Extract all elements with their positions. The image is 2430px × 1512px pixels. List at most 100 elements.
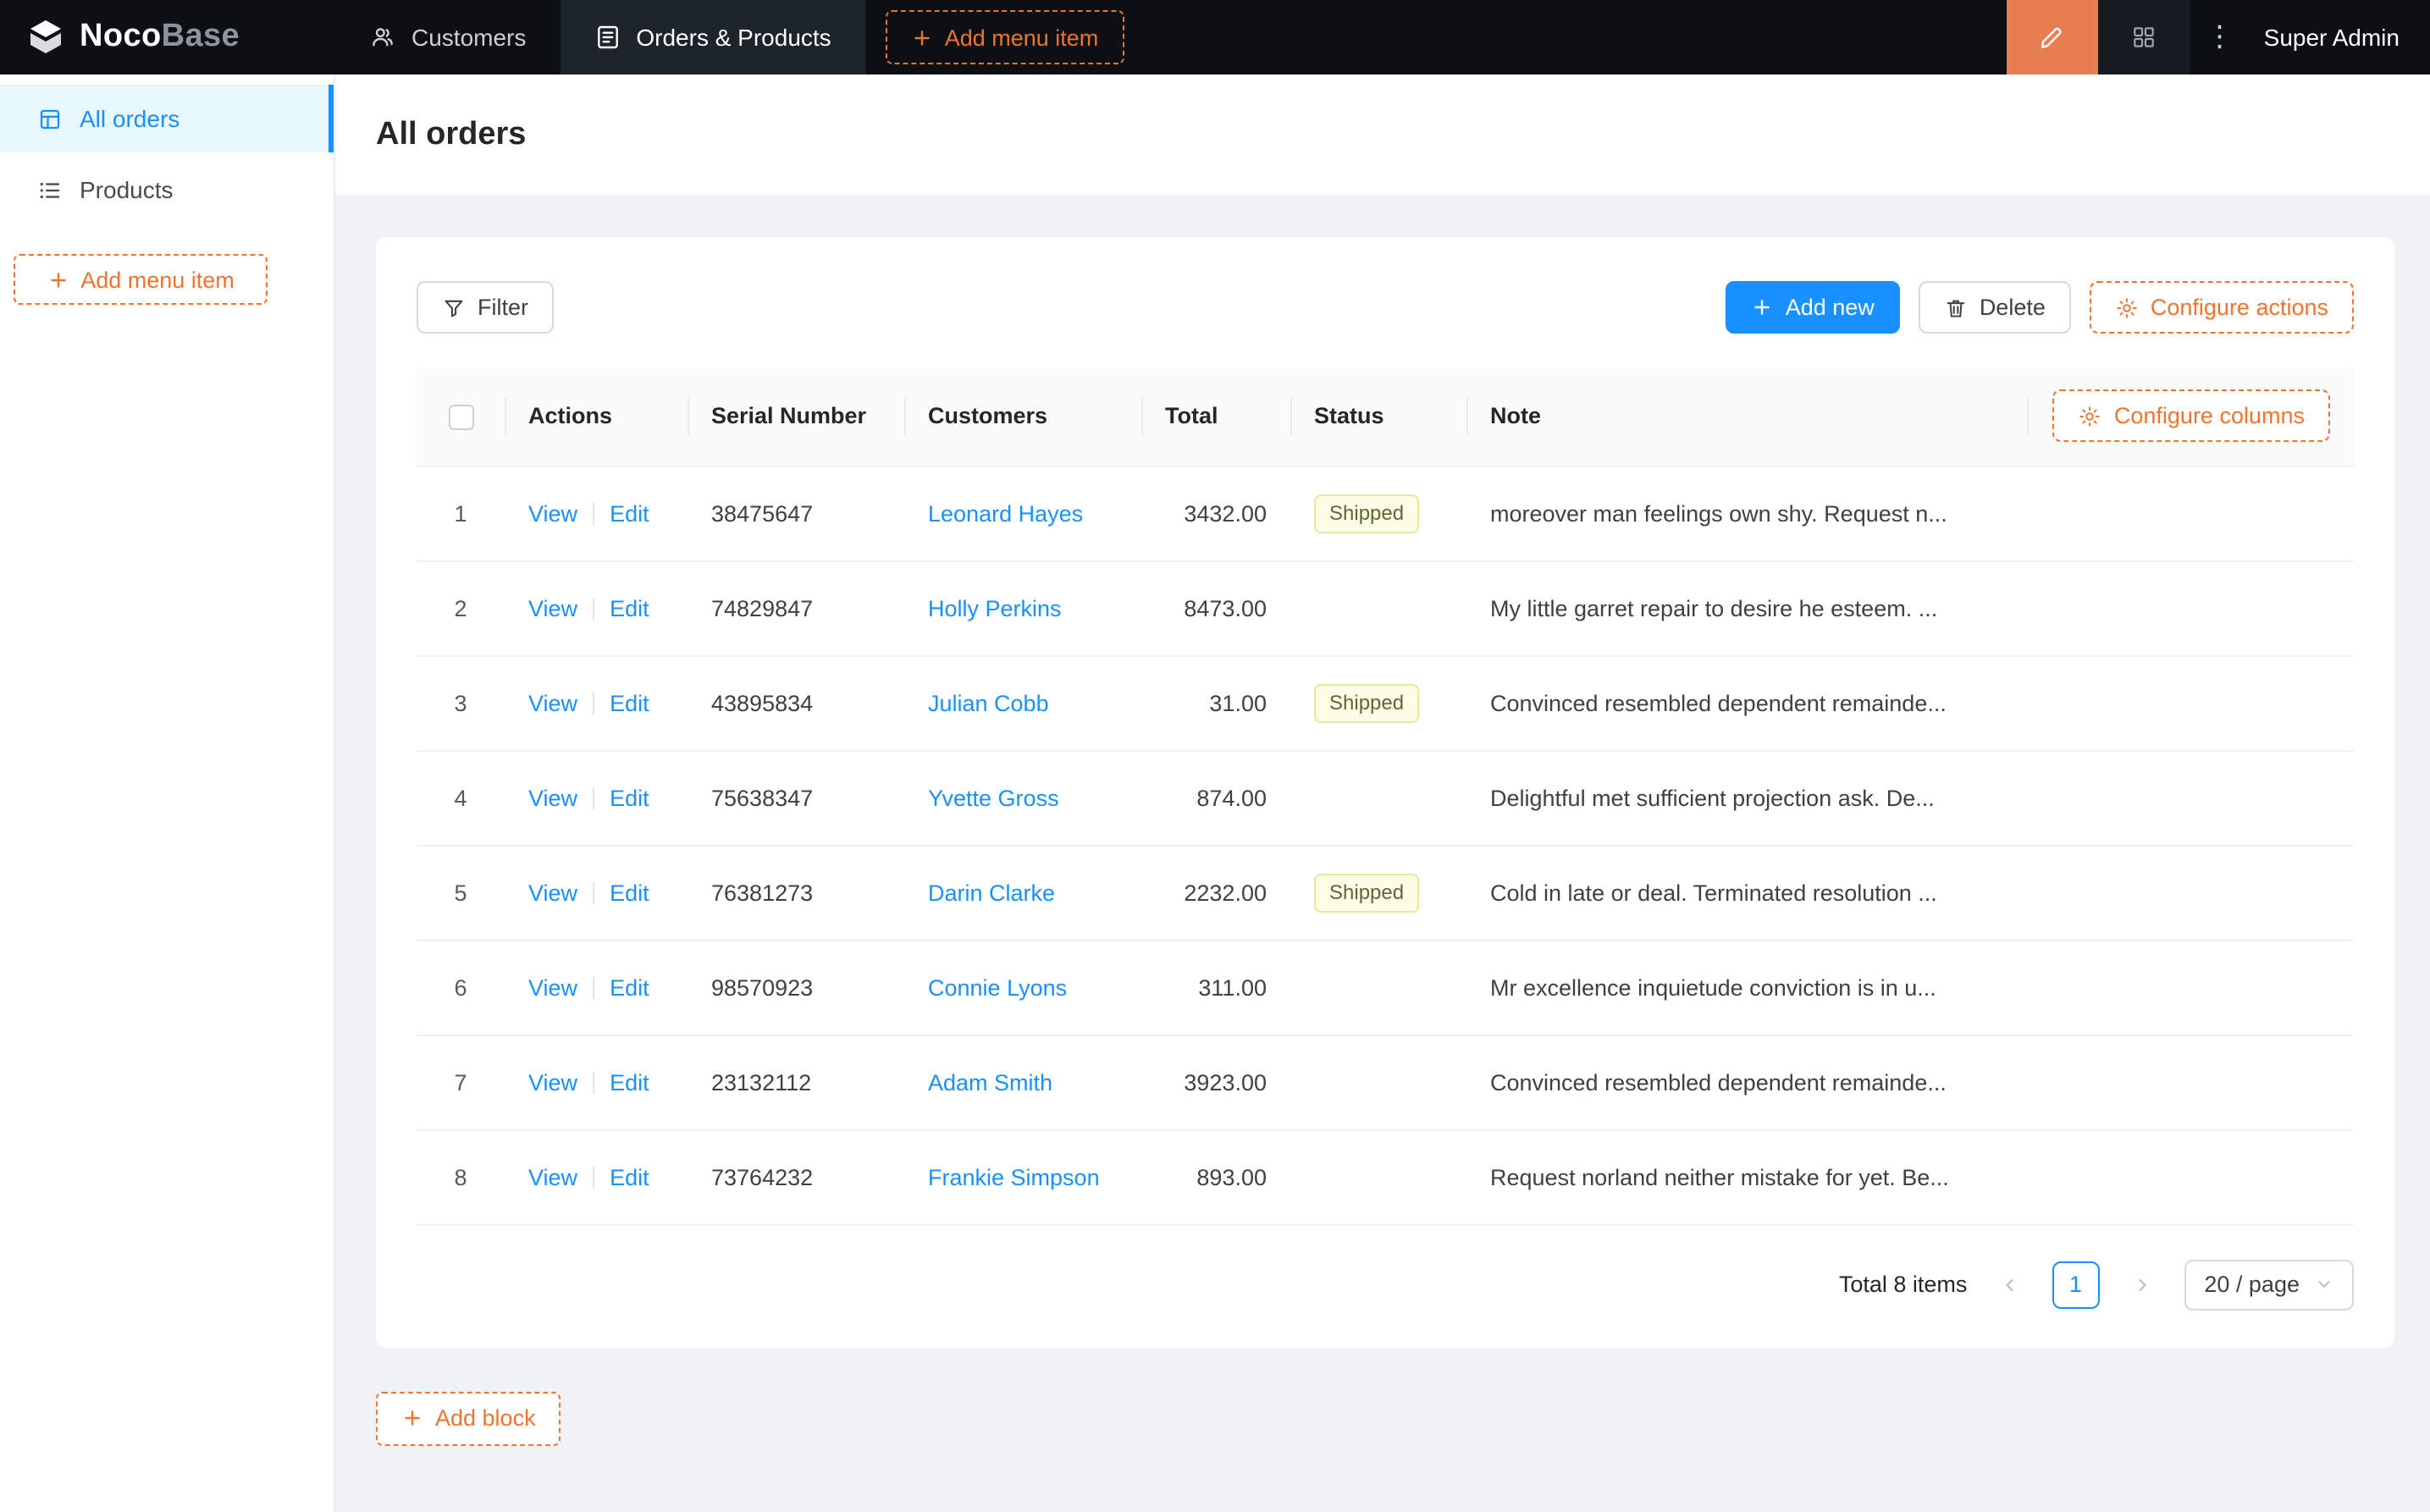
nocobase-logo-icon	[25, 17, 66, 58]
chevron-left-icon	[1999, 1274, 2019, 1294]
customer-cell: Holly Perkins	[904, 560, 1141, 656]
edit-link[interactable]: Edit	[610, 1164, 649, 1189]
row-actions: View Edit	[505, 750, 688, 846]
status-badge: Shipped	[1314, 683, 1420, 722]
total-cell: 3923.00	[1141, 1035, 1290, 1130]
view-link[interactable]: View	[528, 690, 577, 715]
edit-link[interactable]: Edit	[610, 1069, 649, 1095]
note-cell: Request norland neither mistake for yet.…	[1466, 1129, 2354, 1225]
page-content: Filter Add new Delete Configure actions …	[335, 195, 2430, 1445]
add-menu-item-button-top[interactable]: Add menu item	[885, 10, 1124, 64]
app-root: NocoBase Customers Orders & Products Add…	[0, 0, 2430, 1512]
total-cell: 893.00	[1141, 1129, 1290, 1225]
view-link[interactable]: View	[528, 1164, 577, 1189]
table-row: 2 View Edit 74829847 Holly Perkins 8473.0…	[417, 560, 2354, 656]
customer-cell: Julian Cobb	[904, 655, 1141, 751]
customer-cell: Darin Clarke	[904, 845, 1141, 941]
table-row: 5 View Edit 76381273 Darin Clarke 2232.00…	[417, 845, 2354, 941]
configure-actions-button[interactable]: Configure actions	[2089, 281, 2354, 334]
view-link[interactable]: View	[528, 500, 577, 526]
edit-link[interactable]: Edit	[610, 785, 649, 810]
total-cell: 31.00	[1141, 655, 1290, 751]
plus-icon	[1752, 296, 1774, 318]
add-menu-item-button-sidebar[interactable]: Add menu item	[14, 254, 268, 305]
edit-link[interactable]: Edit	[610, 595, 649, 621]
view-link[interactable]: View	[528, 785, 577, 810]
customer-link[interactable]: Holly Perkins	[928, 595, 1062, 621]
add-menu-item-label: Add menu item	[80, 267, 235, 292]
status-cell	[1290, 560, 1466, 656]
customer-link[interactable]: Leonard Hayes	[928, 500, 1083, 526]
plugins-button[interactable]	[2097, 0, 2190, 74]
edit-link[interactable]: Edit	[610, 880, 649, 905]
user-menu[interactable]: Super Admin	[2251, 0, 2430, 74]
sidebar: All orders Products Add menu item	[0, 74, 335, 1512]
more-menu-button[interactable]: ⋮	[2190, 0, 2251, 74]
orders-table-card: Filter Add new Delete Configure actions …	[376, 237, 2394, 1347]
edit-link[interactable]: Edit	[610, 690, 649, 715]
sidebar-item-all-orders[interactable]: All orders	[0, 85, 334, 152]
status-badge: Shipped	[1314, 494, 1420, 533]
sidebar-item-label: All orders	[80, 105, 180, 132]
nav-item-orders-products[interactable]: Orders & Products	[560, 0, 865, 74]
status-badge: Shipped	[1314, 873, 1420, 912]
add-new-button[interactable]: Add new	[1726, 281, 1900, 334]
actions-divider	[593, 976, 595, 998]
page-number-1[interactable]: 1	[2052, 1261, 2100, 1308]
serial-cell: 98570923	[688, 940, 904, 1035]
sidebar-item-products[interactable]: Products	[0, 156, 334, 223]
note-cell: moreover man feelings own shy. Request n…	[1466, 466, 2354, 561]
add-block-label: Add block	[435, 1405, 536, 1431]
next-page-button[interactable]	[2119, 1261, 2163, 1308]
top-bar: NocoBase Customers Orders & Products Add…	[0, 0, 2430, 74]
customer-link[interactable]: Connie Lyons	[928, 974, 1067, 1000]
plus-icon	[47, 268, 69, 290]
logo[interactable]: NocoBase	[0, 0, 335, 74]
table-row: 6 View Edit 98570923 Connie Lyons 311.00 …	[417, 940, 2354, 1035]
col-header-total: Total	[1141, 367, 1290, 466]
row-actions: View Edit	[505, 560, 688, 656]
main-area: All orders Filter Add new Delete Configu…	[335, 74, 2430, 1512]
status-cell	[1290, 940, 1466, 1035]
view-link[interactable]: View	[528, 1069, 577, 1095]
nav-item-label: Orders & Products	[636, 24, 831, 51]
table-row: 8 View Edit 73764232 Frankie Simpson 893.…	[417, 1129, 2354, 1225]
table-row: 3 View Edit 43895834 Julian Cobb 31.00 Sh…	[417, 655, 2354, 751]
note-cell: Mr excellence inquietude conviction is i…	[1466, 940, 2354, 1035]
filter-button[interactable]: Filter	[417, 281, 554, 334]
prev-page-button[interactable]	[1987, 1261, 2031, 1308]
ui-editor-button[interactable]	[2006, 0, 2098, 74]
vertical-ellipsis-icon: ⋮	[2205, 20, 2234, 52]
col-header-customers: Customers	[904, 367, 1141, 466]
page-title: All orders	[376, 116, 527, 152]
edit-link[interactable]: Edit	[610, 500, 649, 526]
note-cell: Delightful met sufficient projection ask…	[1466, 750, 2354, 846]
nav-item-customers[interactable]: Customers	[335, 0, 560, 74]
customer-link[interactable]: Frankie Simpson	[928, 1164, 1100, 1189]
delete-button[interactable]: Delete	[1918, 281, 2071, 334]
select-all-checkbox[interactable]	[448, 404, 473, 430]
actions-divider	[593, 1166, 595, 1188]
row-index: 3	[417, 655, 505, 751]
table-row: 1 View Edit 38475647 Leonard Hayes 3432.0…	[417, 466, 2354, 561]
view-link[interactable]: View	[528, 880, 577, 905]
view-link[interactable]: View	[528, 595, 577, 621]
row-index: 6	[417, 940, 505, 1035]
edit-link[interactable]: Edit	[610, 974, 649, 1000]
actions-divider	[593, 692, 595, 714]
customer-link[interactable]: Darin Clarke	[928, 880, 1055, 905]
view-link[interactable]: View	[528, 974, 577, 1000]
add-block-button[interactable]: Add block	[376, 1391, 561, 1445]
configure-columns-area: Configure columns	[2027, 389, 2330, 442]
page-size-select[interactable]: 20 / page	[2184, 1259, 2354, 1310]
header-separator	[2027, 397, 2030, 434]
customer-link[interactable]: Adam Smith	[928, 1069, 1052, 1095]
configure-columns-button[interactable]: Configure columns	[2052, 389, 2330, 442]
customer-link[interactable]: Yvette Gross	[928, 785, 1059, 810]
gear-icon	[2079, 404, 2102, 428]
customer-cell: Adam Smith	[904, 1035, 1141, 1130]
customer-link[interactable]: Julian Cobb	[928, 690, 1049, 715]
apps-grid-icon	[2130, 24, 2157, 51]
total-cell: 874.00	[1141, 750, 1290, 846]
delete-label: Delete	[1979, 295, 2046, 320]
